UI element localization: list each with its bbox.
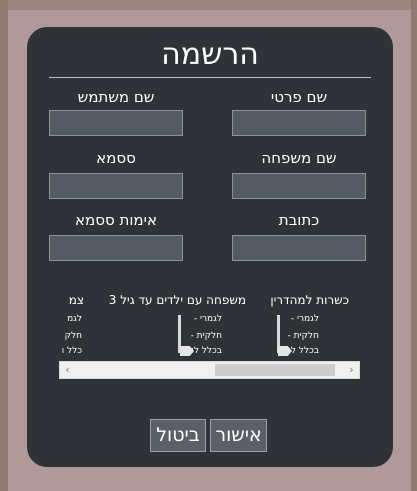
confirm-button[interactable]: אישור [210, 419, 267, 452]
dialog-title: הרשמה [161, 37, 259, 72]
first-name-input[interactable] [232, 110, 366, 136]
kosher-level-partial: חלקית - [287, 331, 319, 341]
last-name-label: שם משפחה [261, 149, 337, 167]
third-title: צמ [68, 293, 84, 307]
password-confirm-label: אימות ססמא [75, 211, 157, 229]
third-level-none: כלל ו [61, 346, 82, 356]
cancel-button[interactable]: ביטול [150, 419, 206, 452]
password-confirm-input[interactable] [49, 235, 183, 261]
last-name-input[interactable] [232, 173, 366, 199]
background-strip [0, 0, 417, 10]
first-name-label: שם פרטי [270, 88, 328, 106]
username-label: שם משתמש [77, 88, 155, 106]
password-label: ססמא [96, 149, 136, 167]
third-level-full: לגמ [67, 314, 82, 324]
password-input[interactable] [49, 173, 183, 199]
username-input[interactable] [49, 110, 183, 136]
scroll-right-arrow-icon[interactable]: › [344, 362, 359, 378]
kosher-title: כשרות למהדרין [270, 293, 349, 307]
title-divider [49, 77, 371, 78]
address-input[interactable] [232, 235, 366, 261]
background-strip-left [0, 0, 8, 491]
third-level-partial: חלק [64, 331, 82, 341]
address-label: כתובת [278, 211, 320, 229]
background-strip-right [411, 0, 417, 491]
scrollbar-thumb[interactable] [215, 364, 335, 376]
kosher-level-full: לגמרי - [290, 314, 319, 324]
registration-dialog: הרשמה שם פרטי שם משפחה כתובת שם משתמש סס… [27, 27, 393, 467]
preferences-horizontal-scrollbar[interactable]: ‹ › [59, 361, 360, 379]
scroll-left-arrow-icon[interactable]: ‹ [60, 362, 75, 378]
family-title: משפחה עם ילדים עד גיל 3 [108, 293, 246, 307]
family-level-partial: חלקית - [190, 331, 222, 341]
family-level-full: לגמרי - [193, 314, 222, 324]
